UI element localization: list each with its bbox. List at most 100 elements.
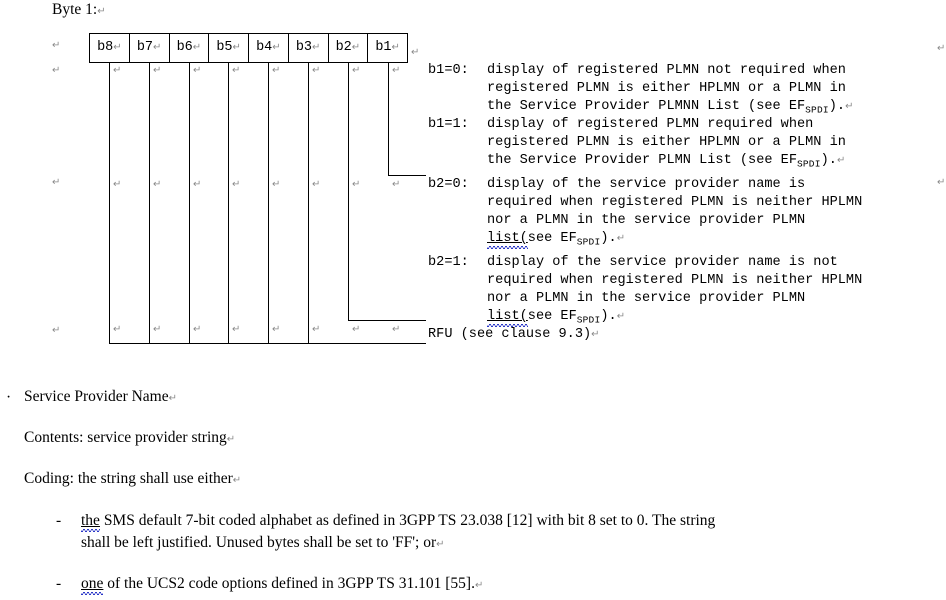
dash-marker: -	[56, 575, 62, 592]
return-mark-icon: ↵	[272, 42, 281, 53]
bit-cell-b5: b5 ↵	[209, 34, 249, 62]
return-mark-icon: ↵	[52, 40, 61, 51]
return-mark-icon: ↵	[113, 42, 122, 53]
return-mark-icon: ↵	[113, 324, 122, 335]
return-mark-icon: ↵	[312, 42, 321, 53]
contents-line: Contents: service provider string↵	[24, 429, 236, 446]
leader-line-b7	[149, 63, 150, 343]
bullet-item-1-line2: shall be left justified. Unused bytes sh…	[81, 534, 437, 551]
bit-cell-b8: b8 ↵	[90, 34, 130, 62]
bullet-item-1: the SMS default 7-bit coded alphabet as …	[81, 510, 931, 554]
leader-line-rfu	[109, 343, 426, 344]
item-title: Service Provider Name↵	[24, 388, 178, 405]
bit-cell-b7: b7 ↵	[130, 34, 170, 62]
leader-line-b6	[189, 63, 190, 343]
bullet-item-2: one of the UCS2 code options defined in …	[81, 573, 931, 595]
return-mark-icon: ↵	[272, 324, 281, 335]
desc-b2-0-line2: required when registered PLMN is neither…	[487, 195, 863, 210]
dash-marker: -	[56, 512, 62, 529]
return-mark-icon: ↵	[232, 475, 242, 486]
return-mark-icon: ↵	[436, 539, 445, 550]
byte-bit-table: b8 ↵ b7 ↵ b6 ↵ b5 ↵ b4 ↵ b3 ↵ b2 ↵ b1 ↵	[89, 33, 408, 63]
ef-subscript: SPDI	[576, 314, 601, 326]
bit-cell-b2: b2 ↵	[329, 34, 369, 62]
leader-line-b3	[308, 63, 309, 343]
return-mark-icon: ↵	[392, 324, 401, 335]
bit-label: b8	[97, 40, 114, 56]
leader-line-b2-elbow	[348, 320, 426, 321]
bit-cell-b3: b3 ↵	[289, 34, 329, 62]
return-mark-icon: ↵	[113, 179, 122, 190]
return-mark-icon: ↵	[591, 329, 600, 340]
return-mark-icon: ↵	[192, 42, 202, 53]
bit-cell-b6: b6 ↵	[170, 34, 210, 62]
return-mark-icon: ↵	[312, 65, 321, 76]
bullet-item-1-rest: SMS default 7-bit coded alphabet as defi…	[99, 512, 716, 529]
return-mark-icon: ↵	[52, 65, 61, 76]
return-mark-icon: ↵	[351, 42, 361, 53]
bit-label: b3	[295, 40, 313, 56]
bit-label: b1	[375, 40, 392, 56]
leader-line-b4	[268, 63, 269, 343]
bit-label: b6	[176, 40, 193, 56]
bit-cell-b4: b4 ↵	[249, 34, 289, 62]
spellcheck-word: list(	[487, 231, 528, 246]
return-mark-icon: ↵	[392, 179, 401, 190]
return-mark-icon: ↵	[392, 65, 401, 76]
desc-b2-0-line3: nor a PLMN in the service provider PLMN	[487, 213, 806, 228]
return-mark-icon: ↵	[272, 179, 281, 190]
leader-line-b2	[348, 63, 349, 320]
return-mark-icon: ↵	[272, 65, 281, 76]
return-mark-icon: ↵	[193, 65, 202, 76]
return-mark-icon: ↵	[836, 155, 846, 166]
return-mark-icon: ↵	[312, 324, 321, 335]
bit-cell-b1: b1 ↵	[368, 34, 407, 62]
return-mark-icon: ↵	[845, 101, 854, 112]
ef-subscript: SPDI	[797, 158, 821, 170]
desc-b1-1-line2: registered PLMN is either HPLMN or a PLM…	[487, 135, 846, 150]
return-mark-icon: ↵	[411, 47, 420, 58]
spellcheck-word: one	[81, 575, 104, 592]
ef-subscript: SPDI	[576, 236, 601, 248]
leader-line-b8	[109, 63, 110, 343]
desc-b2-0-tag: b2=0:	[428, 177, 469, 192]
return-mark-icon: ↵	[474, 580, 484, 591]
return-mark-icon: ↵	[312, 179, 321, 190]
return-mark-icon: ↵	[352, 65, 361, 76]
spellcheck-word: the	[81, 512, 100, 529]
return-mark-icon: ↵	[153, 42, 162, 53]
return-mark-icon: ↵	[232, 42, 241, 53]
return-mark-icon: ↵	[226, 434, 236, 445]
desc-b2-0-line1: display of the service provider name is	[487, 177, 806, 192]
return-mark-icon: ↵	[193, 179, 202, 190]
spellcheck-word: list(	[487, 309, 528, 324]
return-mark-icon: ↵	[937, 43, 946, 54]
desc-b1-0-line2: registered PLMN is either HPLMN or a PLM…	[487, 81, 846, 96]
leader-line-b1	[388, 63, 389, 175]
bullet-marker: ·	[6, 389, 12, 406]
desc-b2-1-line1: display of the service provider name is …	[487, 255, 838, 270]
ef-subscript: SPDI	[805, 104, 829, 116]
desc-b2-1-line3: nor a PLMN in the service provider PLMN	[487, 291, 806, 306]
return-mark-icon: ↵	[937, 177, 946, 188]
coding-line: Coding: the string shall use either↵	[24, 470, 242, 487]
byte-heading: Byte 1:↵	[52, 0, 106, 19]
return-mark-icon: ↵	[232, 179, 241, 190]
return-mark-icon: ↵	[616, 233, 626, 244]
leader-line-b1-elbow	[388, 175, 426, 176]
return-mark-icon: ↵	[153, 179, 162, 190]
bit-label: b7	[136, 40, 154, 56]
return-mark-icon: ↵	[168, 393, 178, 404]
bullet-item-2-rest: of the UCS2 code options defined in 3GPP…	[103, 575, 475, 592]
desc-b2-1-tag: b2=1:	[428, 255, 469, 270]
return-mark-icon: ↵	[391, 42, 400, 53]
bit-label: b5	[216, 40, 233, 56]
desc-b2-1-line2: required when registered PLMN is neither…	[487, 273, 863, 288]
desc-b1-1-tag: b1=1:	[428, 117, 469, 132]
return-mark-icon: ↵	[153, 65, 162, 76]
return-mark-icon: ↵	[52, 325, 61, 336]
byte-heading-text: Byte 1:	[52, 1, 98, 18]
return-mark-icon: ↵	[352, 179, 361, 190]
return-mark-icon: ↵	[113, 65, 122, 76]
desc-b1-1-line3: the Service Provider PLMN List (see EFSP…	[487, 153, 846, 170]
